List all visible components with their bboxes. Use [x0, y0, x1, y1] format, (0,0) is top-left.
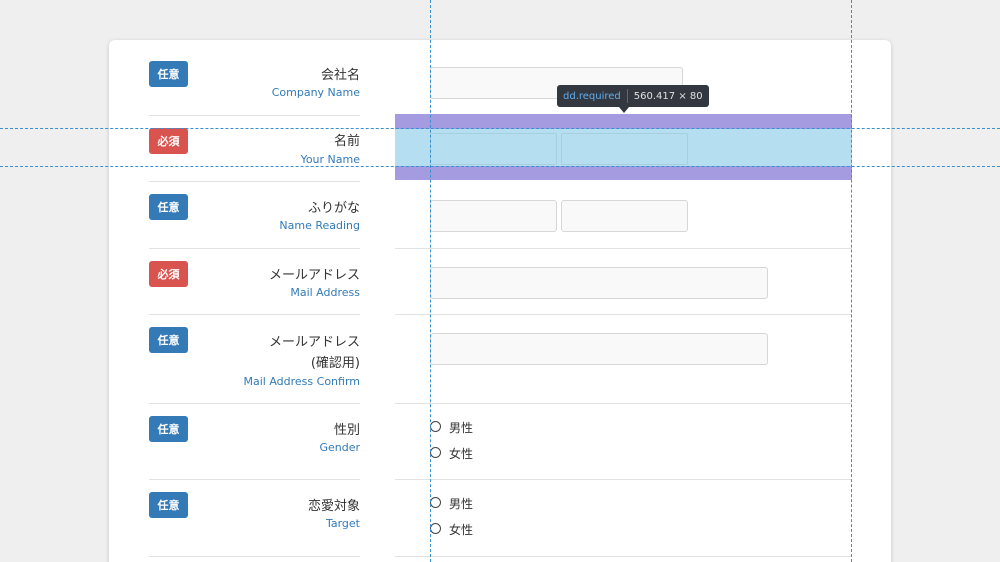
last-name-input[interactable] — [430, 133, 557, 165]
label-gender-en: Gender — [319, 441, 360, 454]
divider — [149, 314, 360, 315]
label-company: 会社名 — [320, 68, 360, 83]
label-mailconfirm-2: (確認用) — [310, 356, 360, 371]
label-reading-en: Name Reading — [279, 219, 360, 232]
tooltip-selector: dd.required — [563, 90, 621, 102]
tooltip-arrow — [619, 107, 629, 113]
first-name-input[interactable] — [561, 133, 688, 165]
label-name: 名前 — [333, 134, 360, 149]
gender-male-label[interactable]: 男性 — [449, 419, 473, 436]
label-reading: ふりがな — [307, 201, 360, 216]
divider — [395, 314, 852, 315]
required-badge-mail: 必須 — [149, 261, 188, 287]
label-gender: 性別 — [333, 423, 360, 438]
divider — [149, 181, 360, 182]
optional-badge-company: 任意 — [149, 61, 188, 87]
optional-badge-gender: 任意 — [149, 416, 188, 442]
divider — [395, 248, 852, 249]
label-mailconfirm: メールアドレス — [268, 335, 360, 350]
divider — [149, 556, 360, 557]
divider — [395, 556, 852, 557]
label-company-en: Company Name — [271, 86, 360, 99]
optional-badge-target: 任意 — [149, 492, 188, 518]
tooltip-size: 560.417 × 80 — [633, 90, 703, 102]
gender-female-label[interactable]: 女性 — [449, 445, 473, 462]
first-name-reading-input[interactable] — [561, 200, 688, 232]
guide-line-vertical — [430, 0, 431, 562]
mail-address-input[interactable] — [430, 267, 768, 299]
target-female-label[interactable]: 女性 — [449, 521, 473, 538]
label-mail-en: Mail Address — [290, 286, 360, 299]
tooltip-separator — [626, 89, 628, 103]
target-female-radio[interactable] — [430, 523, 441, 534]
label-mailconfirm-en: Mail Address Confirm — [243, 375, 361, 388]
divider — [149, 403, 360, 404]
optional-badge-mailconfirm: 任意 — [149, 327, 188, 353]
label-target-en: Target — [325, 517, 360, 530]
last-name-reading-input[interactable] — [430, 200, 557, 232]
guide-line-horizontal — [0, 166, 1000, 167]
divider — [149, 115, 360, 116]
guide-line-horizontal — [0, 128, 1000, 129]
divider — [395, 479, 852, 480]
label-target: 恋愛対象 — [307, 499, 360, 514]
gender-male-radio[interactable] — [430, 421, 441, 432]
inspector-tooltip: dd.required 560.417 × 80 — [557, 85, 709, 107]
guide-line-vertical — [851, 0, 852, 562]
gender-female-radio[interactable] — [430, 447, 441, 458]
mail-confirm-input[interactable] — [430, 333, 768, 365]
required-badge-name: 必須 — [149, 128, 188, 154]
label-name-en: Your Name — [300, 153, 360, 166]
divider — [149, 479, 360, 480]
divider — [395, 403, 852, 404]
optional-badge-reading: 任意 — [149, 194, 188, 220]
divider — [149, 248, 360, 249]
label-mail: メールアドレス — [268, 268, 360, 283]
target-male-label[interactable]: 男性 — [449, 495, 473, 512]
target-male-radio[interactable] — [430, 497, 441, 508]
